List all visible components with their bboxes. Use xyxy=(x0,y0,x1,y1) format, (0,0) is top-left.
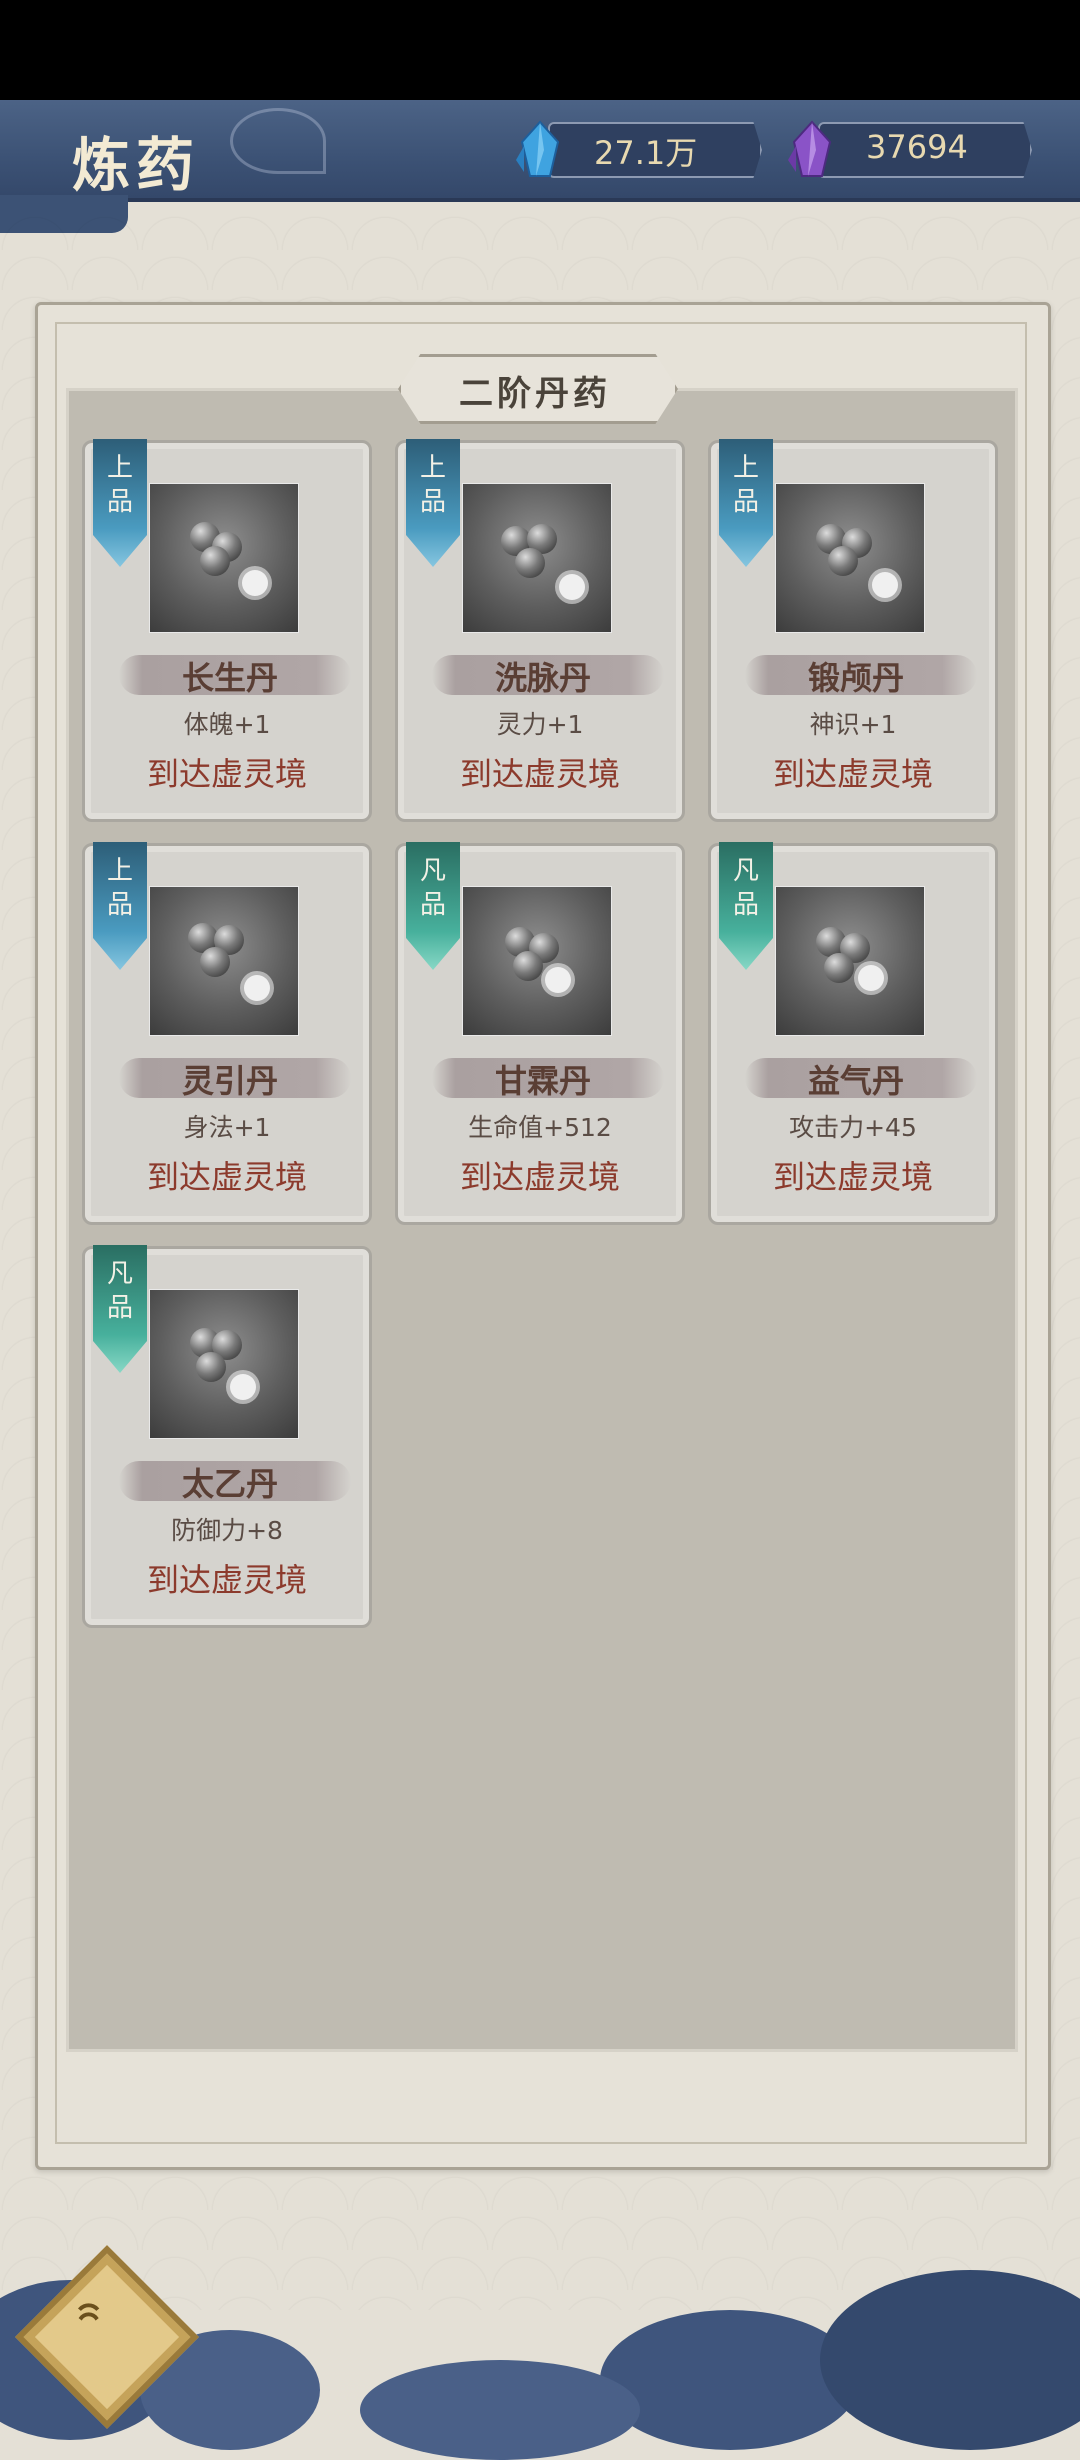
pill-image xyxy=(149,483,299,633)
pill-effect: 灵力+1 xyxy=(496,710,584,739)
pill-card[interactable]: 凡 品 益气丹 攻击力+45 到达虚灵境 xyxy=(708,842,998,1225)
blue-crystal-icon xyxy=(516,120,560,177)
lotus-flower-icon xyxy=(559,574,585,600)
lotus-flower-icon xyxy=(230,1374,256,1400)
rank-label: 凡 品 xyxy=(732,856,759,920)
pill-name: 太乙丹 xyxy=(181,1465,278,1503)
pill-card[interactable]: 凡 品 太乙丹 防御力+8 到达虚灵境 xyxy=(82,1245,372,1628)
rank-label: 上 品 xyxy=(732,453,759,517)
pill-card[interactable]: 上 品 锻颅丹 神识+1 到达虚灵境 xyxy=(708,439,998,822)
pill-requirement: 到达虚灵境 xyxy=(772,755,933,793)
lotus-flower-icon xyxy=(858,965,884,991)
rank-label: 凡 品 xyxy=(106,1259,133,1323)
pill-name: 灵引丹 xyxy=(181,1062,278,1100)
pill-requirement: 到达虚灵境 xyxy=(146,1158,307,1196)
pill-card[interactable]: 上 品 长生丹 体魄+1 到达虚灵境 xyxy=(82,439,372,822)
pill-name: 洗脉丹 xyxy=(494,659,591,697)
pill-card[interactable]: 上 品 灵引丹 身法+1 到达虚灵境 xyxy=(82,842,372,1225)
pill-image xyxy=(149,1289,299,1439)
resource-value-gem: 37694 xyxy=(866,128,968,166)
pill-requirement: 到达虚灵境 xyxy=(146,1561,307,1599)
pill-effect: 防御力+8 xyxy=(171,1516,283,1545)
resource-value-spirit-stone: 27.1万 xyxy=(594,134,698,172)
status-bar xyxy=(0,0,1080,100)
pill-effect: 生命值+512 xyxy=(468,1113,612,1142)
pill-effect: 身法+1 xyxy=(183,1113,271,1142)
pill-name: 长生丹 xyxy=(181,659,278,697)
swirl-menu-icon: ꩰ xyxy=(74,2302,130,2358)
pill-requirement: 到达虚灵境 xyxy=(146,755,307,793)
lotus-flower-icon xyxy=(244,975,270,1001)
pill-name: 甘霖丹 xyxy=(494,1062,591,1100)
lotus-flower-icon xyxy=(242,570,268,596)
pill-effect: 体魄+1 xyxy=(183,710,271,739)
pill-requirement: 到达虚灵境 xyxy=(459,1158,620,1196)
pill-card[interactable]: 上 品 洗脉丹 灵力+1 到达虚灵境 xyxy=(395,439,685,822)
pill-requirement: 到达虚灵境 xyxy=(459,755,620,793)
pill-image xyxy=(149,886,299,1036)
pill-requirement: 到达虚灵境 xyxy=(772,1158,933,1196)
rank-label: 上 品 xyxy=(419,453,446,517)
lotus-flower-icon xyxy=(545,967,571,993)
cloud-swirl-decoration xyxy=(230,108,326,174)
pill-effect: 神识+1 xyxy=(809,710,897,739)
lotus-flower-icon xyxy=(872,572,898,598)
rank-label: 上 品 xyxy=(106,856,133,920)
pill-image xyxy=(775,886,925,1036)
page-title: 炼药 xyxy=(72,131,201,199)
pill-name: 锻颅丹 xyxy=(807,659,904,697)
pill-image xyxy=(775,483,925,633)
pill-card[interactable]: 凡 品 甘霖丹 生命值+512 到达虚灵境 xyxy=(395,842,685,1225)
rank-label: 凡 品 xyxy=(419,856,446,920)
rank-label: 上 品 xyxy=(106,453,133,517)
pill-image xyxy=(462,886,612,1036)
pill-name: 益气丹 xyxy=(807,1062,904,1100)
purple-crystal-icon xyxy=(788,120,832,177)
pill-effect: 攻击力+45 xyxy=(789,1113,917,1142)
pill-image xyxy=(462,483,612,633)
section-title: 二阶丹药 xyxy=(459,374,611,414)
